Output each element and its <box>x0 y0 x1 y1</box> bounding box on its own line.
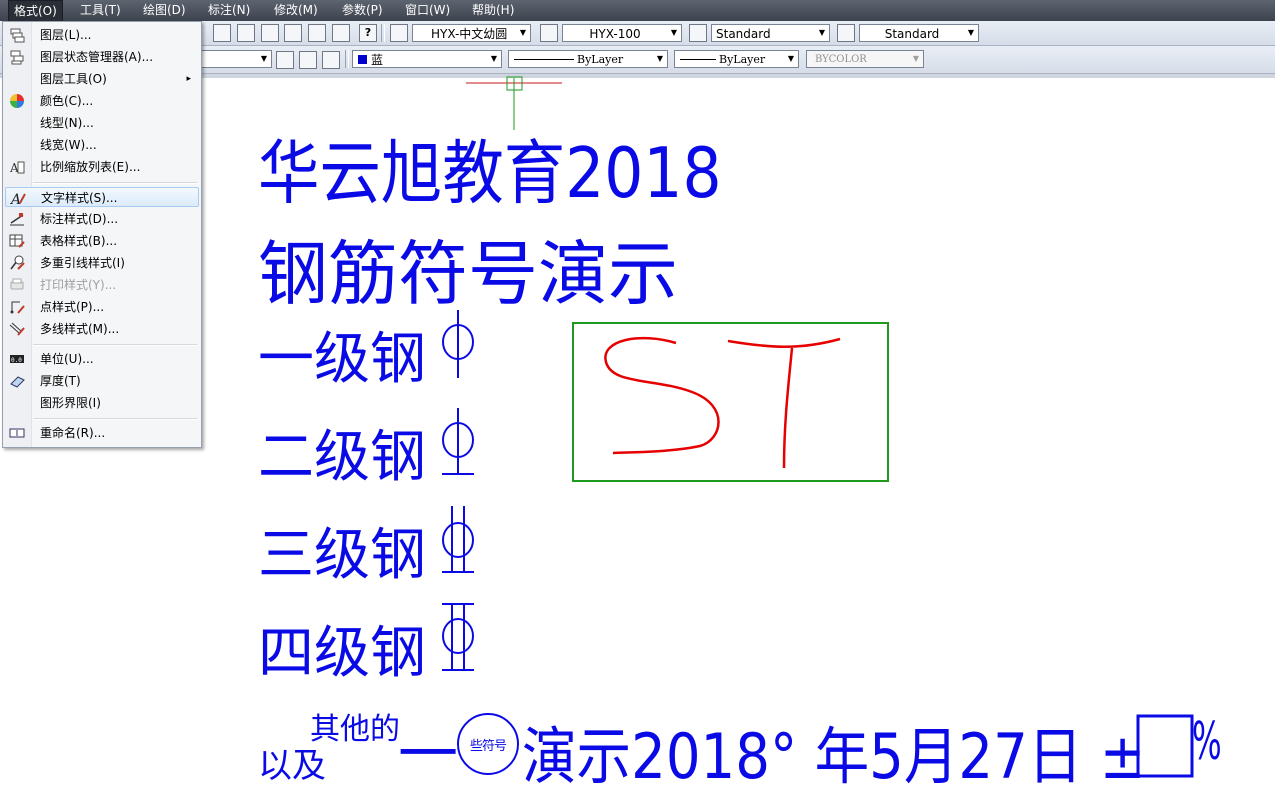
rebar-grade2-symbol <box>442 408 474 475</box>
submenu-arrow-icon: ▸ <box>186 74 191 84</box>
rename-icon <box>9 428 25 438</box>
menu-item-layer-state-manager[interactable]: 图层状态管理器(A)... <box>5 47 199 67</box>
text-style-icon: A <box>10 192 26 206</box>
menu-item-mline-style[interactable]: 多线样式(M)... <box>5 319 199 339</box>
menu-item-label: 线型(N)... <box>40 116 94 130</box>
menu-item-label: 线宽(W)... <box>40 138 97 152</box>
rebar-grade3-symbol <box>442 506 474 573</box>
svg-text:A: A <box>10 192 21 206</box>
mleader-style-icon <box>10 255 25 270</box>
menu-item-label: 重命名(R)... <box>40 426 106 440</box>
menu-item-lineweight[interactable]: 线宽(W)... <box>5 135 199 155</box>
menu-item-dim-style[interactable]: 标注样式(D)... <box>5 209 199 229</box>
menu-item-label: 图层工具(O) <box>40 72 107 86</box>
menu-item-text-style[interactable]: A 文字样式(S)... <box>5 187 199 207</box>
layer-state-icon <box>10 50 24 65</box>
menu-item-thickness[interactable]: 厚度(T) <box>5 371 199 391</box>
sketch-frame <box>572 322 889 482</box>
menu-item-layer[interactable]: 图层(L)... <box>5 25 199 45</box>
menu-item-label: 比例缩放列表(E)... <box>40 160 141 174</box>
menu-item-rename[interactable]: 重命名(R)... <box>5 423 199 443</box>
menu-item-plot-style: 打印样式(Y)... <box>5 275 199 295</box>
menu-item-mleader-style[interactable]: 多重引线样式(I) <box>5 253 199 273</box>
color-wheel-icon <box>10 94 24 108</box>
square-symbol <box>1136 714 1194 778</box>
circle-symbol <box>457 713 519 775</box>
dim-style-icon <box>10 213 24 226</box>
menu-item-label: 图层状态管理器(A)... <box>40 50 154 64</box>
format-menu-dropdown: 图层(L)... 图层状态管理器(A)... 图层工具(O) ▸ 颜色(C)..… <box>2 21 202 448</box>
menu-item-label: 多线样式(M)... <box>40 322 120 336</box>
layer-icon <box>10 28 25 43</box>
units-icon: 0.0 <box>10 355 24 364</box>
rebar-grade4-symbol <box>442 603 474 671</box>
menu-item-label: 文字样式(S)... <box>41 191 118 205</box>
menu-item-label: 打印样式(Y)... <box>40 278 117 292</box>
menu-separator <box>33 344 197 346</box>
menu-item-scale-list[interactable]: A 比例缩放列表(E)... <box>5 157 199 177</box>
mline-style-icon <box>9 322 25 336</box>
menu-item-label: 点样式(P)... <box>40 300 105 314</box>
scale-list-icon: A <box>9 161 25 175</box>
menu-item-color[interactable]: 颜色(C)... <box>5 91 199 111</box>
plot-style-icon <box>10 278 24 290</box>
menu-item-linetype[interactable]: 线型(N)... <box>5 113 199 133</box>
menu-item-label: 多重引线样式(I) <box>40 256 125 270</box>
menu-item-label: 图形界限(I) <box>40 396 101 410</box>
menu-item-label: 标注样式(D)... <box>40 212 119 226</box>
menu-item-table-style[interactable]: 表格样式(B)... <box>5 231 199 251</box>
rebar-grade1-symbol <box>442 310 474 378</box>
menu-separator <box>33 182 197 184</box>
menu-item-label: 颜色(C)... <box>40 94 94 108</box>
menu-item-label: 厚度(T) <box>40 374 81 388</box>
menu-item-layer-tools[interactable]: 图层工具(O) ▸ <box>5 69 199 89</box>
menu-separator <box>33 418 197 420</box>
menu-item-drawing-limits[interactable]: 图形界限(I) <box>5 393 199 413</box>
thickness-icon <box>10 376 25 388</box>
sketch-letter-t <box>727 337 841 469</box>
table-style-icon <box>9 234 25 248</box>
sketch-letter-s <box>604 336 720 455</box>
menu-item-label: 表格样式(B)... <box>40 234 118 248</box>
point-style-icon <box>10 301 25 314</box>
menu-item-label: 图层(L)... <box>40 28 92 42</box>
menu-item-units[interactable]: 0.0 单位(U)... <box>5 349 199 369</box>
svg-text:0.0: 0.0 <box>11 357 22 364</box>
menu-item-label: 单位(U)... <box>40 352 94 366</box>
menu-item-point-style[interactable]: 点样式(P)... <box>5 297 199 317</box>
